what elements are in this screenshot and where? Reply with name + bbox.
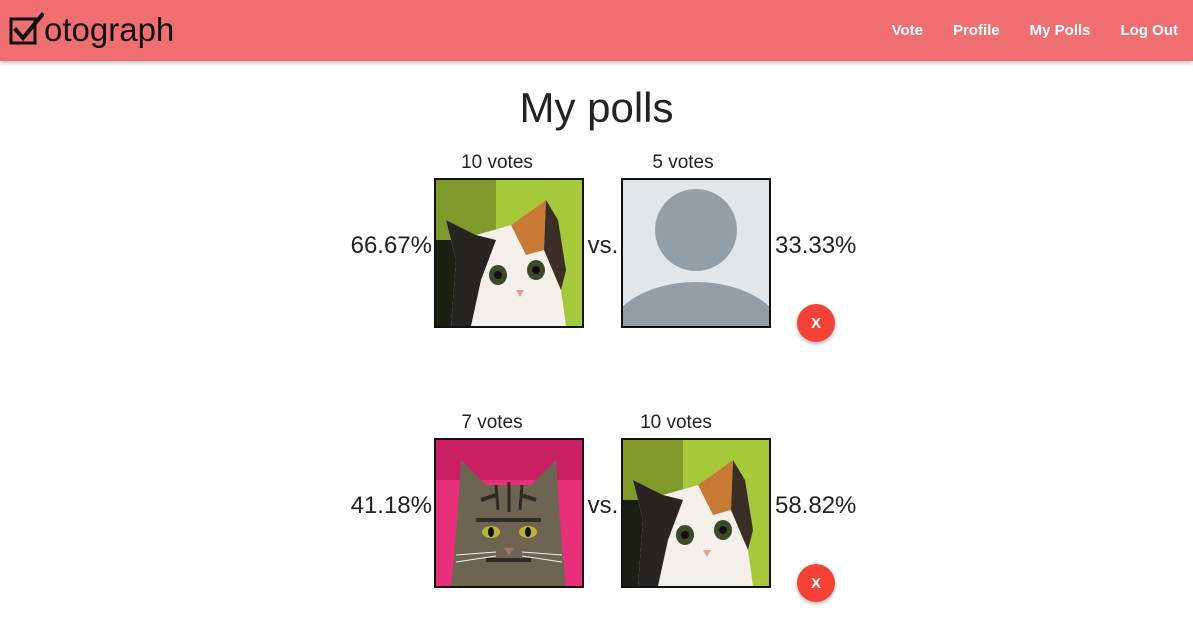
nav-links: Vote Profile My Polls Log Out xyxy=(877,0,1193,61)
left-percentage: 66.67% xyxy=(350,232,432,259)
checkbox-checked-icon xyxy=(8,12,44,48)
nav-link-my-polls[interactable]: My Polls xyxy=(1015,0,1106,61)
left-vote-count: 10 votes xyxy=(461,152,533,173)
brand-logo-link[interactable]: otograph xyxy=(8,8,174,52)
calico-kitten-photo[interactable] xyxy=(621,438,771,588)
tabby-cat-photo[interactable] xyxy=(434,438,584,588)
navbar: otograph Vote Profile My Polls Log Out xyxy=(0,0,1193,61)
default-avatar-placeholder[interactable] xyxy=(621,178,771,328)
brand-name: otograph xyxy=(44,11,175,48)
vs-label: vs. xyxy=(587,492,619,519)
delete-poll-button[interactable]: X xyxy=(797,304,835,342)
nav-link-log-out[interactable]: Log Out xyxy=(1106,0,1193,61)
right-vote-count: 5 votes xyxy=(652,152,714,173)
delete-poll-button[interactable]: X xyxy=(797,564,835,602)
page-title: My polls xyxy=(519,84,674,131)
left-vote-count: 7 votes xyxy=(461,412,523,433)
left-percentage: 41.18% xyxy=(350,492,432,519)
calico-kitten-photo[interactable] xyxy=(434,178,584,328)
nav-link-vote[interactable]: Vote xyxy=(877,0,938,61)
vs-label: vs. xyxy=(587,232,619,259)
poll-card: 7 votes 10 votes 41.18% vs. 58.82% X xyxy=(0,412,1193,612)
right-percentage: 33.33% xyxy=(775,232,857,259)
nav-link-profile[interactable]: Profile xyxy=(938,0,1015,61)
right-percentage: 58.82% xyxy=(775,492,857,519)
right-vote-count: 10 votes xyxy=(640,412,712,433)
poll-card: 10 votes 5 votes 66.67% vs. 33.33% X xyxy=(0,152,1193,352)
